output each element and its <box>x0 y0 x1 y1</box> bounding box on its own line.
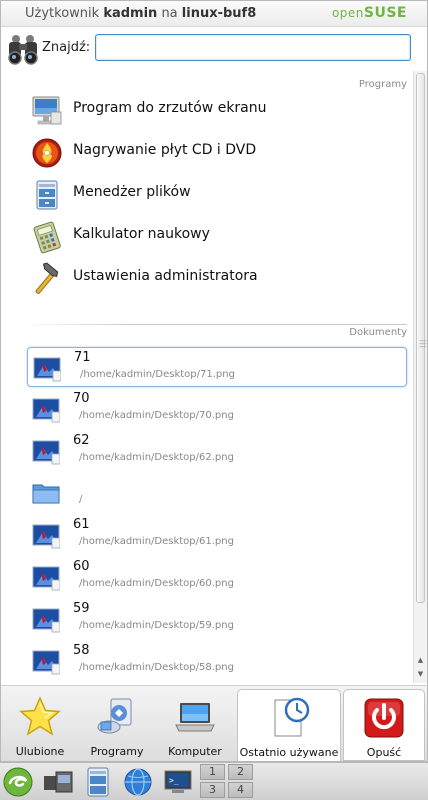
vertical-scrollbar[interactable]: — — — ▲ ▼ <box>413 71 427 683</box>
web-browser-icon[interactable] <box>122 766 154 798</box>
search-label: Znajdź: <box>42 40 91 55</box>
program-item-cd-burner[interactable]: Nagrywanie płyt CD i DVD <box>27 133 407 173</box>
document-item-62[interactable]: 62 /home/kadmin/Desktop/62.png <box>27 431 407 471</box>
tab-label: Opuść <box>366 746 402 759</box>
taskbar: >_ 1 2 3 4 <box>0 762 428 800</box>
cd-burner-icon <box>32 138 62 168</box>
tab-programs[interactable]: Programy <box>81 689 153 761</box>
tab-favorites[interactable]: Ulubione <box>5 689 75 761</box>
desktop-switch-icon[interactable] <box>42 766 74 798</box>
laptop-icon <box>175 703 215 732</box>
scroll-up-arrow-icon[interactable]: ▲ <box>415 655 426 665</box>
star-icon <box>19 696 61 736</box>
document-name: 61 <box>73 517 90 532</box>
tab-label: Ostatnio używane <box>239 746 339 759</box>
document-item-root-folder[interactable]: / <box>27 473 407 513</box>
document-item-59[interactable]: 59 /home/kadmin/Desktop/59.png <box>27 599 407 639</box>
document-item-60[interactable]: 60 /home/kadmin/Desktop/60.png <box>27 557 407 597</box>
results-list: Programy Program do zrzutów ekranu Nagry… <box>1 71 413 683</box>
image-file-icon <box>32 398 60 423</box>
screenshot-icon <box>32 96 62 125</box>
brand-open: open <box>331 6 364 20</box>
scrollbar-thumb[interactable]: — — — <box>416 73 427 603</box>
tab-label: Komputer <box>168 745 222 758</box>
program-label: Kalkulator naukowy <box>73 226 210 242</box>
program-label: Program do zrzutów ekranu <box>73 100 267 116</box>
programs-icon <box>97 698 132 734</box>
opensuse-logo: openSUSE <box>332 5 407 21</box>
desktop-pager-4[interactable]: 4 <box>228 782 253 798</box>
document-item-61[interactable]: 61 /home/kadmin/Desktop/61.png <box>27 515 407 555</box>
search-input[interactable] <box>95 34 411 61</box>
suse-menu-icon[interactable] <box>2 766 34 798</box>
document-path: /home/kadmin/Desktop/60.png <box>79 578 234 589</box>
image-file-icon <box>32 650 60 675</box>
desktop-pager-2[interactable]: 2 <box>228 764 253 780</box>
document-path: /home/kadmin/Desktop/59.png <box>79 620 234 631</box>
document-item-58[interactable]: 58 /home/kadmin/Desktop/58.png <box>27 641 407 681</box>
document-name: 60 <box>73 559 90 574</box>
programs-section-title: Programy <box>358 79 407 90</box>
tab-bar: Ulubione Programy Komputer Ostatnio używ… <box>1 685 427 761</box>
document-name: 62 <box>73 433 90 448</box>
grip-icon: — — — <box>419 336 427 351</box>
tab-leave[interactable]: Opuść <box>343 689 425 761</box>
image-file-icon <box>32 566 60 591</box>
folder-icon <box>32 484 60 504</box>
program-label: Ustawienia administratora <box>73 268 258 284</box>
document-path: /home/kadmin/Desktop/70.png <box>79 410 234 421</box>
image-file-icon <box>32 524 60 549</box>
tab-label: Programy <box>90 745 144 758</box>
desktop-pager-3[interactable]: 3 <box>200 782 225 798</box>
recent-clock-icon <box>274 697 310 737</box>
document-name: 59 <box>73 601 90 616</box>
program-item-admin-settings[interactable]: Ustawienia administratora <box>27 259 407 299</box>
documents-section-title: Dokumenty <box>349 327 407 338</box>
program-item-calculator[interactable]: Kalkulator naukowy <box>27 217 407 257</box>
user-middle: na <box>161 6 178 21</box>
program-label: Nagrywanie płyt CD i DVD <box>73 142 257 158</box>
scroll-down-arrow-icon[interactable]: ▼ <box>415 669 426 679</box>
document-path: /home/kadmin/Desktop/71.png <box>80 369 235 380</box>
terminal-icon[interactable]: >_ <box>162 766 194 798</box>
calculator-icon <box>33 221 61 254</box>
menu-header: Użytkownik kadmin na linux-buf8 openSUSE <box>1 1 427 27</box>
document-path: / <box>79 494 83 505</box>
program-item-file-manager[interactable]: Menedżer plików <box>27 175 407 215</box>
image-file-icon <box>32 608 60 633</box>
document-item-70[interactable]: 70 /home/kadmin/Desktop/70.png <box>27 389 407 429</box>
username: kadmin <box>103 6 158 21</box>
tab-computer[interactable]: Komputer <box>161 689 229 761</box>
user-info: Użytkownik kadmin na linux-buf8 <box>25 6 256 21</box>
document-name: 70 <box>73 391 90 406</box>
desktop-pager-1[interactable]: 1 <box>200 764 225 780</box>
brand-suse: SUSE <box>363 5 407 21</box>
tab-recently-used[interactable]: Ostatnio używane <box>237 689 341 761</box>
user-prefix: Użytkownik <box>25 6 100 21</box>
document-name: 58 <box>73 643 90 658</box>
section-separator <box>21 324 407 325</box>
binoculars-icon <box>8 35 38 65</box>
power-icon <box>364 698 404 738</box>
svg-text:>_: >_ <box>169 776 179 785</box>
document-path: /home/kadmin/Desktop/62.png <box>79 452 234 463</box>
document-path: /home/kadmin/Desktop/61.png <box>79 536 234 547</box>
document-name: 71 <box>74 350 91 365</box>
hostname: linux-buf8 <box>181 6 257 21</box>
image-file-icon <box>32 440 60 465</box>
document-item-71[interactable]: 71 /home/kadmin/Desktop/71.png <box>27 347 407 387</box>
search-row: Znajdź: <box>1 29 427 69</box>
kickoff-menu: Użytkownik kadmin na linux-buf8 openSUSE… <box>0 0 428 762</box>
hammer-icon <box>35 262 59 294</box>
tab-label: Ulubione <box>15 745 65 758</box>
image-file-icon <box>33 357 61 382</box>
file-manager-icon[interactable] <box>82 766 114 798</box>
program-label: Menedżer plików <box>73 184 191 200</box>
document-path: /home/kadmin/Desktop/58.png <box>79 662 234 673</box>
program-item-screenshot[interactable]: Program do zrzutów ekranu <box>27 91 407 131</box>
file-manager-icon <box>36 180 58 210</box>
